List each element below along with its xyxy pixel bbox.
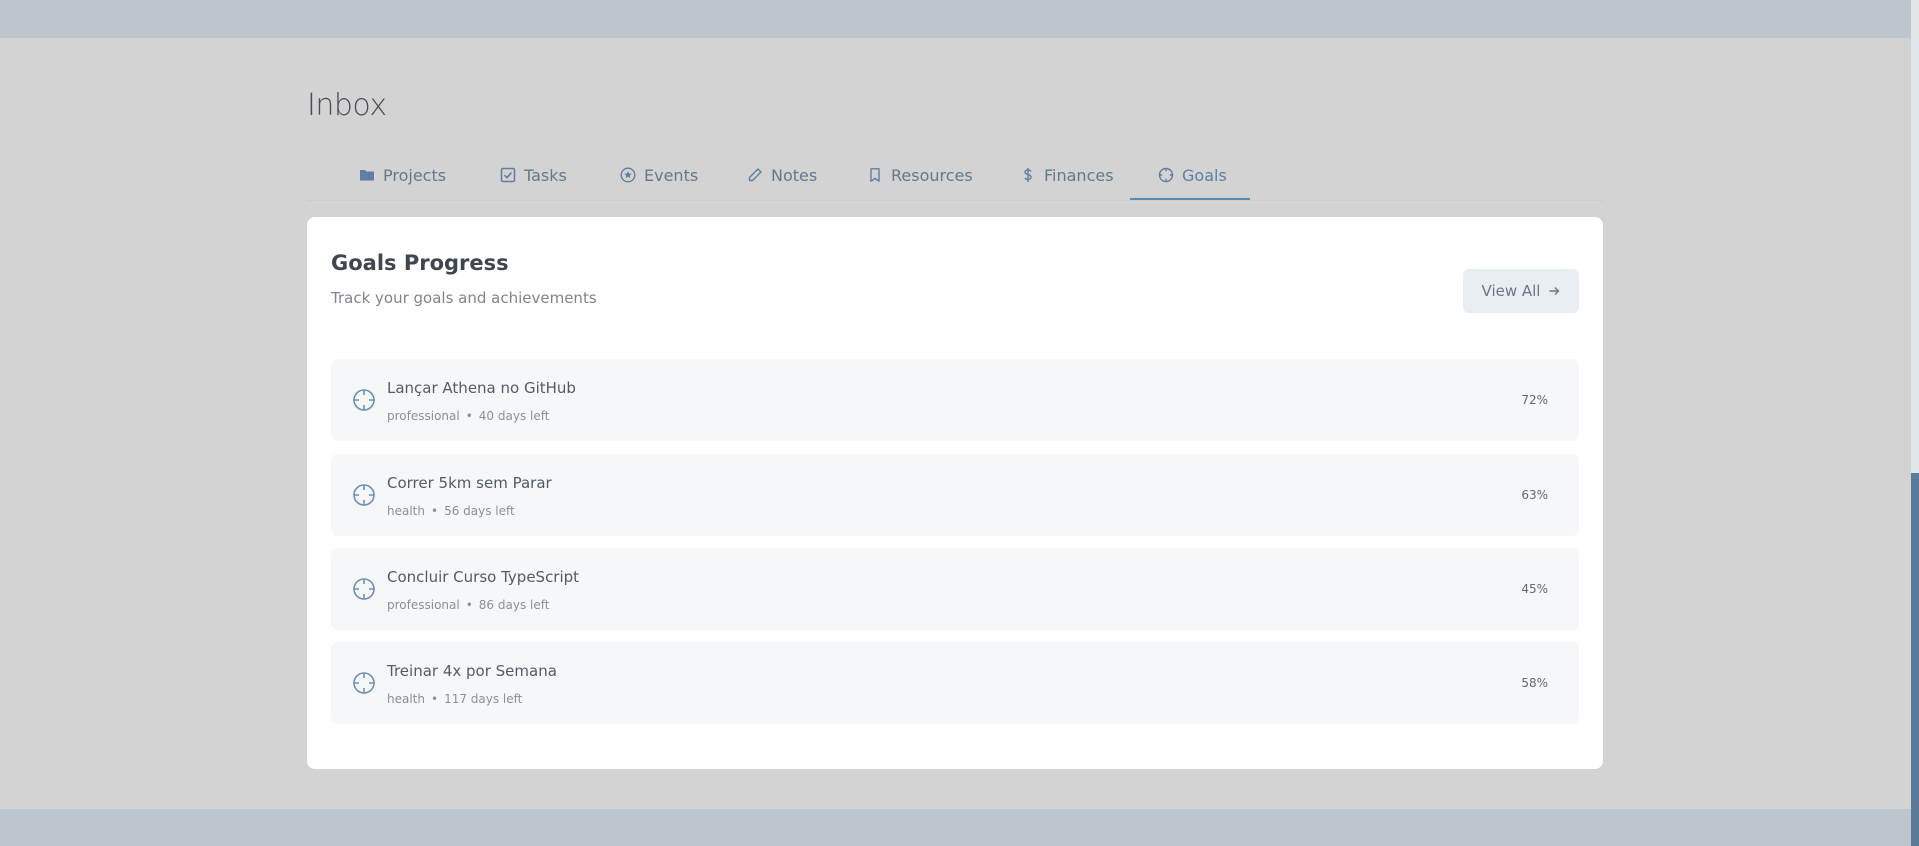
goal-meta: health • 117 days left [387, 692, 523, 706]
tab-label: Resources [891, 165, 973, 185]
tab-bar: Projects Tasks Events Notes Resources Fi… [307, 150, 1603, 201]
goal-item[interactable]: Lançar Athena no GitHub professional • 40 … [331, 359, 1579, 441]
folder-icon [360, 170, 374, 181]
star-circle-icon [620, 167, 636, 183]
goal-progress: 63% [1521, 488, 1548, 502]
page-title: Inbox [307, 88, 387, 123]
tab-label: Notes [771, 165, 818, 185]
tab-finances[interactable]: Finances [1020, 150, 1114, 200]
tab-resources[interactable]: Resources [867, 150, 973, 200]
goal-progress: 45% [1521, 582, 1548, 596]
goal-item[interactable]: Correr 5km sem Parar health • 56 days left… [331, 454, 1579, 536]
goals-progress-card: Goals Progress Track your goals and achi… [307, 217, 1603, 769]
card-title: Goals Progress [331, 251, 509, 275]
goal-category: professional [387, 598, 460, 612]
tab-goals[interactable]: Goals [1158, 150, 1227, 200]
goal-meta: health • 56 days left [387, 504, 515, 518]
tab-label: Tasks [524, 165, 567, 185]
crosshair-icon [353, 484, 375, 506]
view-all-label: View All [1481, 282, 1541, 300]
checkbox-icon [500, 167, 516, 183]
goal-progress: 58% [1521, 676, 1548, 690]
goal-name: Concluir Curso TypeScript [387, 568, 580, 586]
crosshair-icon [353, 672, 375, 694]
dollar-icon [1024, 168, 1032, 182]
goal-item[interactable]: Treinar 4x por Semana health • 117 days le… [331, 642, 1579, 724]
goal-progress: 72% [1521, 393, 1548, 407]
goal-name: Lançar Athena no GitHub [387, 379, 576, 397]
tab-tasks[interactable]: Tasks [500, 150, 567, 200]
scrollbar-thumb[interactable] [1911, 473, 1919, 846]
crosshair-icon [1158, 167, 1174, 183]
bookmark-icon [870, 168, 880, 182]
goal-category: health [387, 692, 425, 706]
goal-category: health [387, 504, 425, 518]
goal-days-left: 56 days left [444, 504, 515, 518]
tab-label: Goals [1182, 165, 1227, 185]
goal-category: professional [387, 409, 460, 423]
tab-notes[interactable]: Notes [747, 150, 817, 200]
arrow-right-icon [1549, 287, 1560, 295]
goal-meta: professional • 86 days left [387, 598, 550, 612]
goal-days-left: 117 days left [444, 692, 523, 706]
tab-label: Finances [1044, 165, 1114, 185]
goal-days-left: 86 days left [478, 598, 550, 612]
view-all-button[interactable]: View All [1463, 269, 1579, 313]
bottom-bar [0, 809, 1911, 846]
pencil-icon [748, 168, 762, 182]
tab-projects[interactable]: Projects [359, 150, 446, 200]
crosshair-icon [353, 389, 375, 411]
goal-days-left: 40 days left [478, 409, 550, 423]
tab-events[interactable]: Events [620, 150, 698, 200]
card-subtitle: Track your goals and achievements [331, 289, 597, 307]
top-bar [0, 0, 1919, 38]
goal-item[interactable]: Concluir Curso TypeScript professional • 8… [331, 548, 1579, 630]
tab-label: Projects [383, 165, 447, 185]
active-tab-indicator [1130, 198, 1250, 200]
crosshair-icon [353, 578, 375, 600]
goal-name: Correr 5km sem Parar [387, 474, 552, 492]
scrollbar[interactable] [1911, 0, 1919, 846]
goal-meta: professional • 40 days left [387, 409, 550, 423]
goal-name: Treinar 4x por Semana [387, 662, 557, 680]
tab-label: Events [644, 165, 699, 185]
